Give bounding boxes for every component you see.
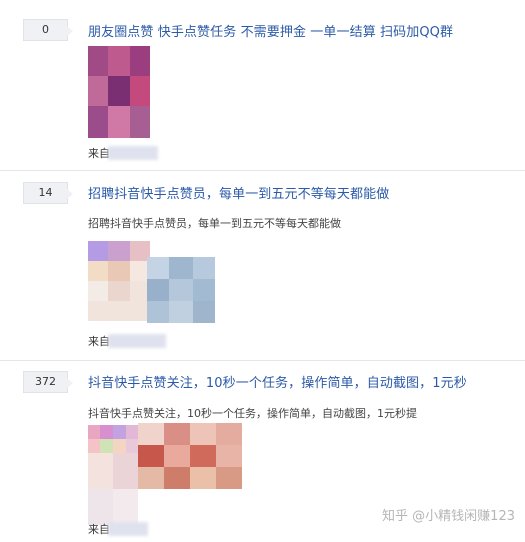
post-item: 0 朋友圈点赞 快手点赞任务 不需要押金 一单一结算 扫码加QQ群 来自 [0,0,525,170]
post-summary: 招聘抖音快手点赞员，每单一到五元不等每天都能做 [88,217,341,230]
post-item: 14 招聘抖音快手点赞员，每单一到五元不等每天都能做 招聘抖音快手点赞员，每单一… [0,171,525,361]
blurred-author-name[interactable] [108,334,166,348]
post-source-label: 来自 [88,335,110,348]
post-image-thumbnail[interactable] [147,257,215,323]
post-image-thumbnail[interactable] [88,425,138,525]
reply-count-badge: 0 [23,19,73,41]
post-image-thumbnail[interactable] [88,46,150,138]
blurred-author-name[interactable] [108,522,148,536]
post-title-link[interactable]: 抖音快手点赞关注，10秒一个任务，操作简单，自动截图，1元秒 [88,372,467,391]
post-image-thumbnail[interactable] [138,423,242,489]
post-source-label: 来自 [88,147,110,160]
blurred-author-name[interactable] [108,146,158,160]
post-title-link[interactable]: 招聘抖音快手点赞员，每单一到五元不等每天都能做 [88,183,389,202]
post-source-label: 来自 [88,523,110,536]
post-title-link[interactable]: 朋友圈点赞 快手点赞任务 不需要押金 一单一结算 扫码加QQ群 [88,21,453,40]
reply-count-badge: 14 [23,182,73,204]
post-summary: 抖音快手点赞关注，10秒一个任务，操作简单，自动截图，1元秒提 [88,407,417,420]
reply-count-badge: 372 [23,371,73,393]
post-image-thumbnail[interactable] [88,241,150,321]
watermark: 知乎 @小精钱闲赚123 [382,509,515,524]
